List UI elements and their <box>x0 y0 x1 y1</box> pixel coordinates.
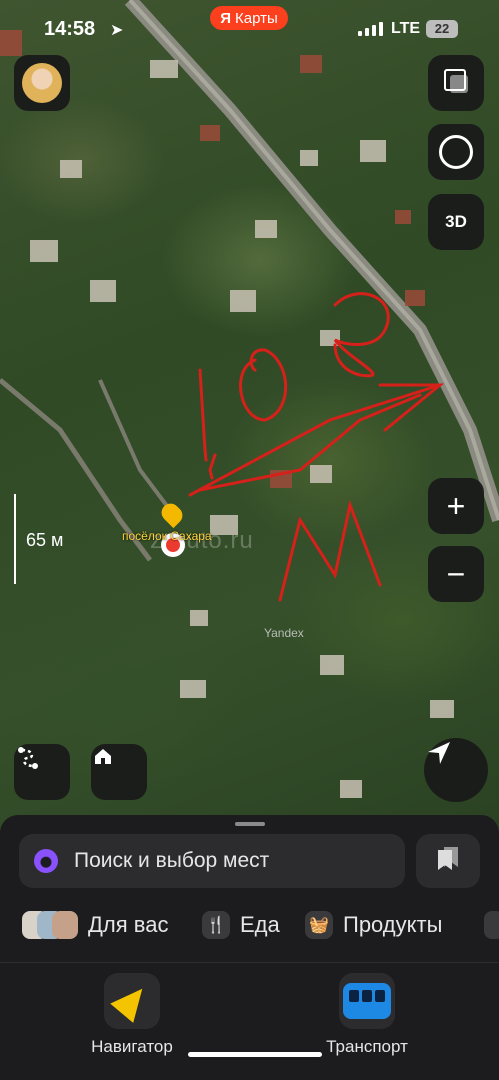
clock: 14:58 <box>44 18 96 40</box>
app-pill-label: Карты <box>235 9 278 27</box>
route-icon <box>18 747 38 769</box>
category-label: Продукты <box>343 912 443 937</box>
bottom-sheet[interactable]: Поиск и выбор мест Для вас 🍴 Еда 🧺 Проду… <box>0 815 499 1080</box>
compass-icon <box>439 135 473 169</box>
tab-label: Навигатор <box>91 1037 173 1056</box>
home-icon <box>95 749 111 764</box>
app-indicator-pill[interactable]: Я Карты <box>210 6 288 30</box>
map-view[interactable]: z-auto.ru посёлок Сахара Yandex 65 м 14:… <box>0 0 499 830</box>
zoom-out-button[interactable]: − <box>428 546 484 602</box>
layers-button[interactable] <box>428 55 484 111</box>
category-chips: Для вас 🍴 Еда 🧺 Продукты <box>0 907 499 947</box>
satellite-imagery <box>0 0 499 798</box>
category-groceries[interactable]: 🧺 Продукты <box>305 907 442 943</box>
tab-label: Транспорт <box>326 1037 408 1056</box>
fork-knife-icon: 🍴 <box>202 911 230 939</box>
scale-label: 65 м <box>26 530 64 550</box>
tab-navigator[interactable]: Навигатор <box>72 973 192 1057</box>
signal-icon <box>358 22 384 36</box>
avatar <box>22 63 62 103</box>
bookmarks-button[interactable] <box>416 834 480 888</box>
route-button[interactable] <box>14 744 70 800</box>
category-food[interactable]: 🍴 Еда <box>202 907 280 943</box>
bus-icon <box>343 983 391 1019</box>
navigator-arrow-icon <box>110 979 154 1023</box>
yandex-logo: Я <box>220 9 232 27</box>
sheet-handle[interactable] <box>235 822 265 826</box>
search-bar[interactable]: Поиск и выбор мест <box>19 834 405 888</box>
status-bar: 14:58 ➤ Я Карты LTE 22 <box>0 0 499 60</box>
home-button[interactable] <box>91 744 147 800</box>
scale-bar <box>14 494 16 584</box>
category-label: Еда <box>240 912 280 937</box>
zoom-in-button[interactable]: + <box>428 478 484 534</box>
my-location-button[interactable] <box>424 738 488 802</box>
tab-transport[interactable]: Транспорт <box>307 973 427 1057</box>
location-arrow-icon <box>428 742 450 764</box>
category-for-you[interactable]: Для вас <box>22 907 168 943</box>
divider <box>0 962 499 963</box>
category-label: Для вас <box>88 912 169 937</box>
network-type: LTE <box>391 20 421 37</box>
location-arrow-icon: ➤ <box>110 22 124 39</box>
basket-icon: 🧺 <box>305 911 333 939</box>
category-more[interactable] <box>484 911 499 939</box>
people-avatars-icon <box>22 911 78 939</box>
search-placeholder[interactable]: Поиск и выбор мест <box>74 849 269 873</box>
place-label[interactable]: посёлок Сахара <box>122 529 212 543</box>
provider-logo: Yandex <box>264 626 304 640</box>
battery-icon: 22 <box>426 20 458 38</box>
3d-button[interactable]: 3D <box>428 194 484 250</box>
alice-icon[interactable] <box>34 849 58 873</box>
profile-button[interactable] <box>14 55 70 111</box>
compass-button[interactable] <box>428 124 484 180</box>
home-indicator[interactable] <box>188 1052 322 1057</box>
